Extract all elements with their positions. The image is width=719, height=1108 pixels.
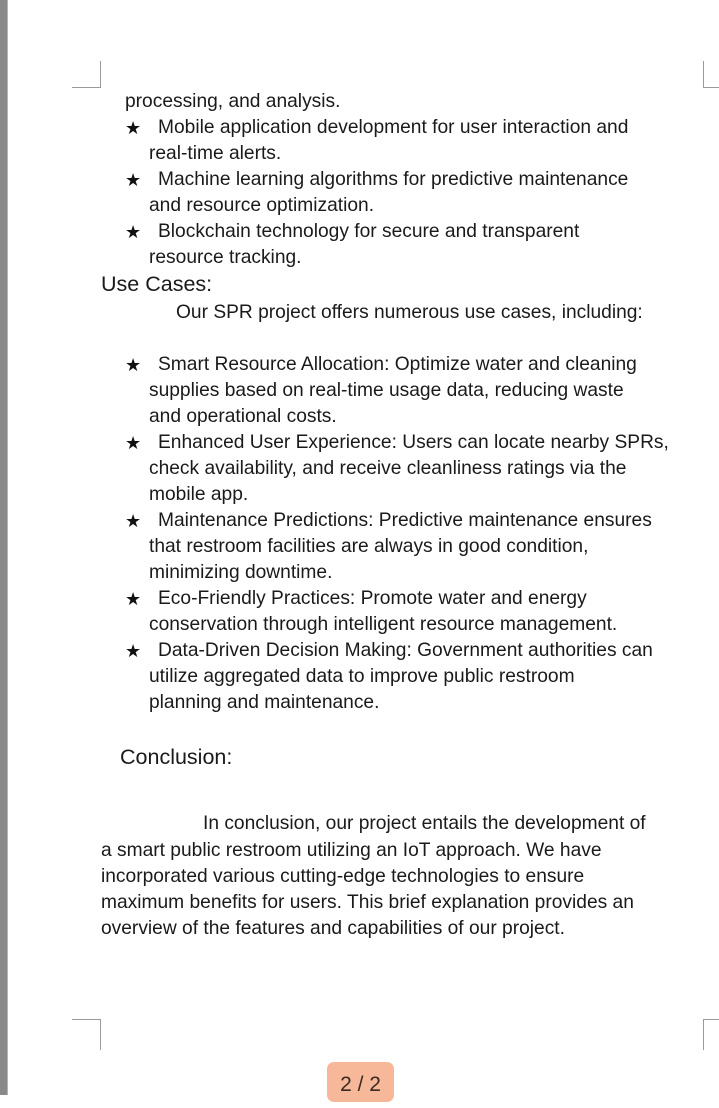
star-bullet-icon: ★	[125, 118, 142, 138]
intro-tail-line: processing, and analysis.	[125, 91, 341, 112]
use-case-4-line-2: conservation through intelligent resourc…	[149, 614, 618, 635]
use-case-1-line-3: and operational costs.	[149, 406, 337, 427]
star-bullet-icon: ★	[125, 170, 142, 190]
use-case-2-line-1: Enhanced User Experience: Users can loca…	[158, 432, 669, 453]
use-case-2-line-3: mobile app.	[149, 484, 249, 505]
use-case-3-line-1: Maintenance Predictions: Predictive main…	[158, 510, 652, 531]
conclusion-heading: Conclusion:	[120, 745, 233, 769]
use-cases-intro: Our SPR project offers numerous use case…	[176, 302, 643, 323]
use-case-5-line-2: utilize aggregated data to improve publi…	[149, 666, 575, 687]
use-case-1-line-1: Smart Resource Allocation: Optimize wate…	[158, 354, 637, 375]
conclusion-line-5: overview of the features and capabilitie…	[101, 918, 565, 939]
crop-mark-top-left	[72, 61, 101, 88]
crop-mark-top-right	[703, 61, 719, 88]
star-bullet-icon: ★	[125, 589, 142, 609]
use-case-1-line-2: supplies based on real-time usage data, …	[149, 380, 624, 401]
use-case-4-line-1: Eco-Friendly Practices: Promote water an…	[158, 588, 587, 609]
tech-item-1-line-1: Mobile application development for user …	[158, 117, 629, 138]
crop-mark-bottom-left	[72, 1019, 101, 1050]
star-bullet-icon: ★	[125, 511, 142, 531]
use-case-2-line-2: check availability, and receive cleanlin…	[149, 458, 627, 479]
conclusion-line-3: incorporated various cutting-edge techno…	[101, 866, 585, 887]
use-cases-heading: Use Cases:	[101, 272, 213, 296]
document-page[interactable]: processing, and analysis. ★ Mobile appli…	[0, 0, 719, 1095]
tech-item-2-line-1: Machine learning algorithms for predicti…	[158, 169, 629, 190]
star-bullet-icon: ★	[125, 641, 142, 661]
conclusion-line-2: a smart public restroom utilizing an IoT…	[101, 840, 602, 861]
star-bullet-icon: ★	[125, 433, 142, 453]
tech-item-2-line-2: and resource optimization.	[149, 195, 375, 216]
use-case-5-line-1: Data-Driven Decision Making: Government …	[158, 640, 653, 661]
use-case-3-line-2: that restroom facilities are always in g…	[149, 536, 589, 557]
star-bullet-icon: ★	[125, 222, 142, 242]
use-case-5-line-3: planning and maintenance.	[149, 692, 380, 713]
tech-item-1-line-2: real-time alerts.	[149, 143, 282, 164]
use-case-3-line-3: minimizing downtime.	[149, 562, 333, 583]
conclusion-line-4: maximum benefits for users. This brief e…	[101, 892, 634, 913]
conclusion-line-1: In conclusion, our project entails the d…	[203, 813, 646, 834]
star-bullet-icon: ★	[125, 355, 142, 375]
tech-item-3-line-1: Blockchain technology for secure and tra…	[158, 221, 580, 242]
crop-mark-bottom-right	[703, 1019, 719, 1050]
page-number-badge[interactable]: 2 / 2	[327, 1062, 394, 1102]
tech-item-3-line-2: resource tracking.	[149, 247, 302, 268]
